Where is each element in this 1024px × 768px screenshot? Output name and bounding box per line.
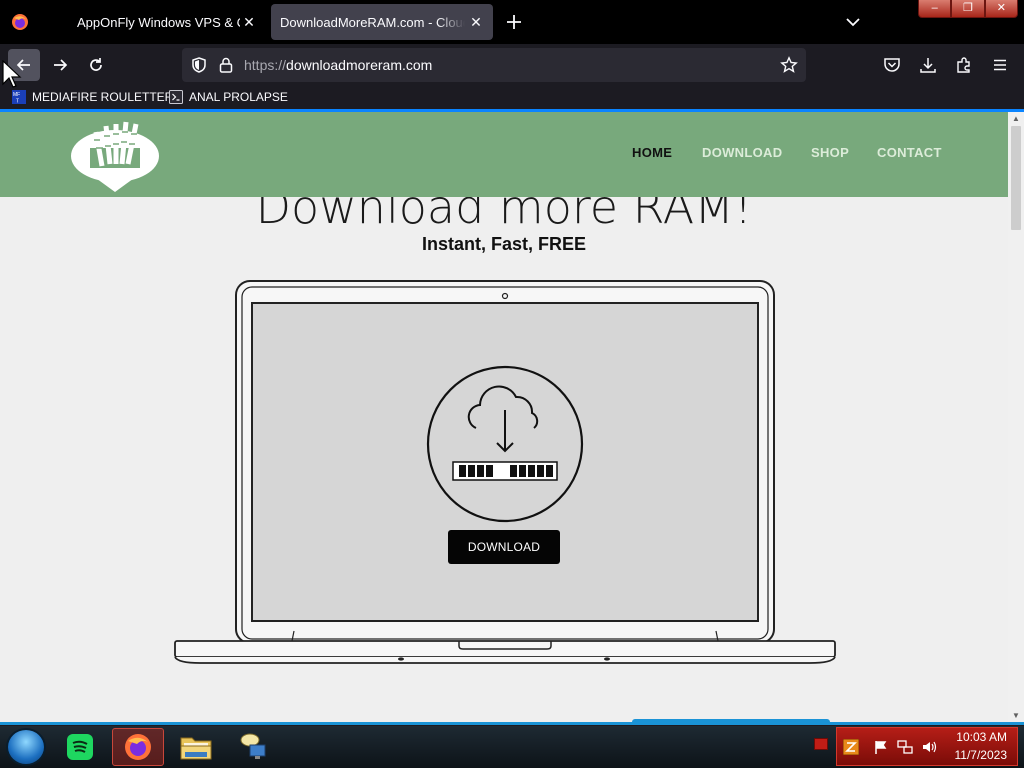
tracking-protection-shield-icon[interactable] — [190, 56, 208, 74]
nav-home-link[interactable]: HOME — [632, 145, 672, 160]
tab-strip: AppOnFly Windows VPS & Clo ✕ DownloadMor… — [0, 0, 1024, 44]
close-window-button[interactable]: ✕ — [984, 0, 1018, 18]
clock-date: 11/7/2023 — [954, 748, 1008, 762]
navigation-toolbar: https://downloadmoreram.com — [0, 44, 1024, 86]
scroll-down-icon[interactable]: ▼ — [1008, 711, 1024, 720]
lock-icon[interactable] — [218, 56, 234, 74]
firefox-menu-icon[interactable] — [10, 12, 30, 32]
network-computer-icon — [240, 733, 266, 759]
clock-time: 10:03 AM — [956, 730, 1007, 744]
reload-button[interactable] — [80, 49, 112, 81]
new-tab-icon[interactable] — [503, 11, 525, 33]
bookmark-mediafire-rouletter[interactable]: MF T MEDIAFIRE ROULETTER — [12, 90, 173, 104]
restore-button[interactable]: ❐ — [951, 0, 985, 18]
svg-text:MF: MF — [13, 92, 20, 98]
download-ram-logo-icon[interactable] — [70, 118, 160, 192]
taskbar-app-spotify[interactable] — [54, 728, 106, 766]
window-controls: – ❐ ✕ — [918, 0, 1018, 18]
volume-icon[interactable] — [921, 739, 937, 755]
windows-taskbar: 10:03 AM 11/7/2023 — [0, 726, 1024, 768]
nav-download-link[interactable]: DOWNLOAD — [702, 145, 782, 160]
firefox-icon — [125, 734, 151, 760]
site-header: HOME DOWNLOAD SHOP CONTACT — [0, 112, 1008, 197]
bookmarks-toolbar: MF T MEDIAFIRE ROULETTER ANAL PROLAPSE — [0, 86, 1024, 109]
network-icon[interactable] — [897, 739, 913, 755]
pocket-icon[interactable] — [883, 56, 901, 74]
tab-downloadmoreram[interactable]: DownloadMoreRAM.com - CloudR ✕ — [271, 4, 493, 40]
svg-text:T: T — [16, 99, 19, 105]
taskbar-app-firefox[interactable] — [112, 728, 164, 766]
extensions-puzzle-icon[interactable] — [955, 56, 973, 74]
close-tab-icon[interactable]: ✕ — [467, 13, 485, 31]
forward-button[interactable] — [44, 49, 76, 81]
tab-title: AppOnFly Windows VPS & Clo — [77, 14, 240, 30]
start-button[interactable] — [6, 728, 46, 766]
download-button[interactable]: DOWNLOAD — [448, 530, 560, 564]
bookmark-star-icon[interactable] — [780, 56, 798, 74]
url-text[interactable]: https://downloadmoreram.com — [244, 57, 432, 73]
address-bar[interactable]: https://downloadmoreram.com — [182, 48, 806, 82]
web-page-viewport: Download more RAM! Instant, Fast, FREE H… — [0, 112, 1008, 722]
mouse-cursor-icon — [2, 60, 22, 88]
page-subheadline: Instant, Fast, FREE — [421, 234, 587, 254]
scroll-up-icon[interactable]: ▲ — [1008, 114, 1024, 123]
close-tab-icon[interactable]: ✕ — [240, 13, 258, 31]
system-clock[interactable]: 10:03 AM 11/7/2023 — [955, 728, 1008, 764]
tray-app-icon[interactable] — [843, 739, 859, 755]
system-tray: 10:03 AM 11/7/2023 — [836, 727, 1018, 766]
mediafire-favicon-icon: MF T — [12, 90, 26, 104]
download-panel-edge — [632, 719, 830, 723]
nav-shop-link[interactable]: SHOP — [811, 145, 849, 160]
tray-overflow-icon[interactable] — [814, 738, 828, 750]
minimize-button[interactable]: – — [918, 0, 952, 18]
tab-title: DownloadMoreRAM.com - CloudR — [280, 14, 465, 30]
laptop-illustration — [174, 280, 836, 664]
tab-apponfly[interactable]: AppOnFly Windows VPS & Clo ✕ — [62, 4, 266, 40]
taskbar-app-network-monitor[interactable] — [228, 728, 280, 766]
reload-icon — [90, 58, 102, 71]
url-host: downloadmoreram.com — [286, 57, 433, 73]
url-protocol: https:// — [244, 57, 287, 73]
hamburger-menu-icon[interactable] — [991, 56, 1009, 74]
nav-contact-link[interactable]: CONTACT — [877, 145, 942, 160]
bookmark-label: ANAL PROLAPSE — [189, 90, 288, 104]
action-center-flag-icon[interactable] — [873, 739, 889, 755]
arrow-right-icon — [54, 59, 68, 71]
terminal-favicon-icon — [169, 90, 183, 104]
taskbar-app-file-explorer[interactable] — [170, 728, 222, 766]
spotify-icon — [67, 734, 93, 760]
chevron-down-icon[interactable] — [843, 13, 863, 31]
bookmark-anal-prolapse[interactable]: ANAL PROLAPSE — [169, 90, 288, 104]
download-progress-bar — [0, 722, 1024, 725]
folder-icon — [180, 737, 212, 760]
downloads-icon[interactable] — [919, 56, 937, 74]
page-scrollbar[interactable]: ▲ ▼ — [1008, 112, 1024, 722]
bookmark-label: MEDIAFIRE ROULETTER — [32, 90, 174, 104]
scrollbar-thumb[interactable] — [1011, 126, 1021, 230]
